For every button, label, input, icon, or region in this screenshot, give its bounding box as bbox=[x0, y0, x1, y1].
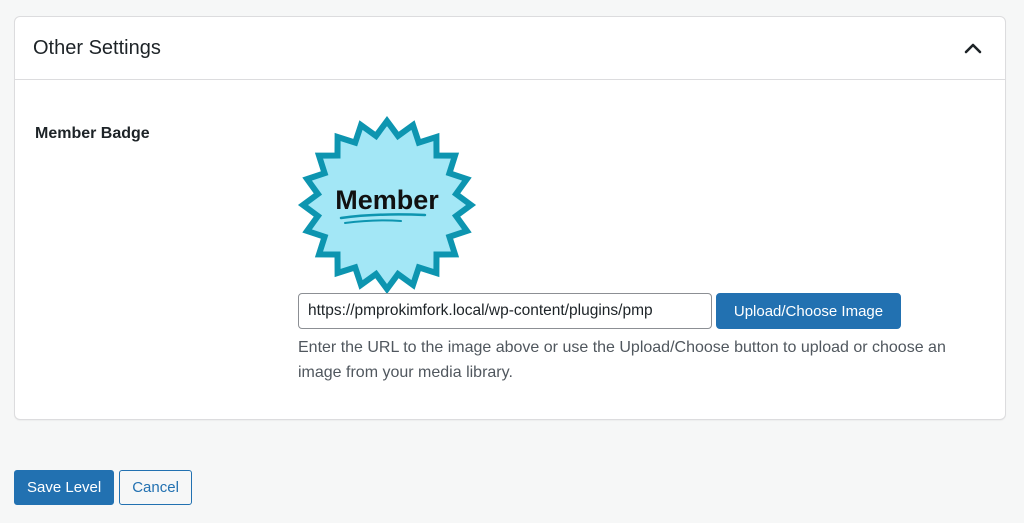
badge-text: Member bbox=[335, 185, 439, 215]
member-badge-label: Member Badge bbox=[35, 125, 150, 142]
panel-header[interactable]: Other Settings bbox=[15, 17, 1005, 80]
badge-url-input[interactable] bbox=[298, 293, 712, 329]
badge-star-icon: Member bbox=[297, 115, 477, 295]
upload-choose-image-button[interactable]: Upload/Choose Image bbox=[716, 293, 901, 329]
save-level-button[interactable]: Save Level bbox=[14, 470, 115, 505]
chevron-up-icon bbox=[964, 43, 982, 54]
other-settings-panel: Other Settings Member Badge Member Uploa… bbox=[14, 16, 1006, 420]
member-badge-image: Member bbox=[297, 115, 477, 295]
form-actions: Save Level Cancel bbox=[14, 470, 192, 505]
collapse-toggle-button[interactable] bbox=[959, 34, 987, 62]
cancel-button[interactable]: Cancel bbox=[119, 470, 192, 505]
panel-title: Other Settings bbox=[33, 36, 161, 59]
badge-description: Enter the URL to the image above or use … bbox=[298, 339, 946, 381]
